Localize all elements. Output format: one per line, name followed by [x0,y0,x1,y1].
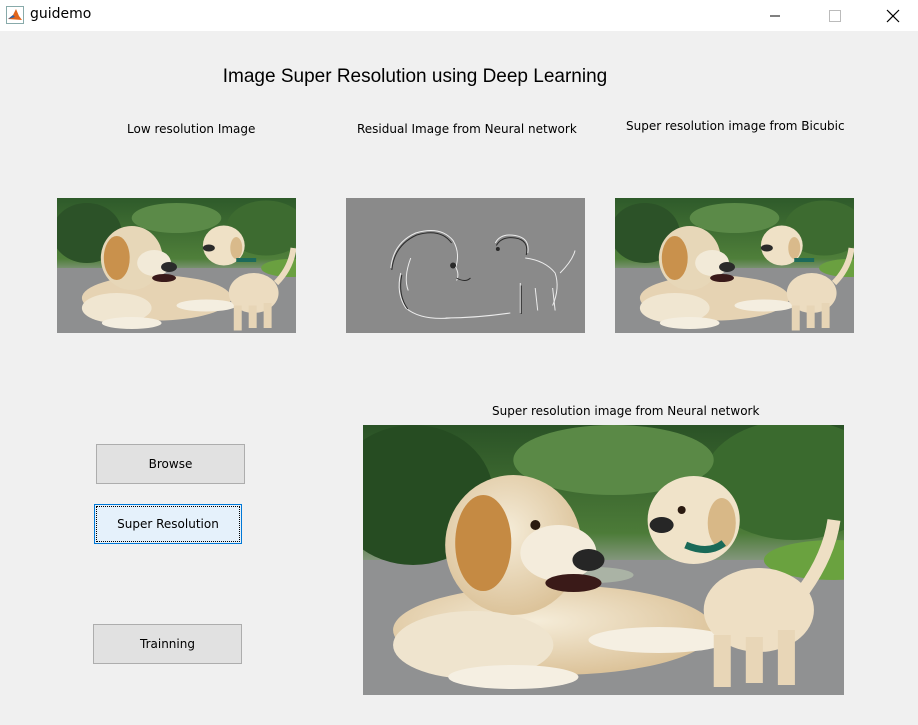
training-button[interactable]: Trainning [93,624,242,664]
title-bar: guidemo [0,0,918,31]
close-button[interactable] [870,0,916,31]
bicubic-label: Super resolution image from Bicubic [626,119,845,133]
minimize-icon [770,15,780,16]
app-window: guidemo Image Super Resolution using Dee… [0,0,918,725]
browse-button[interactable]: Browse [96,444,245,484]
page-title: Image Super Resolution using Deep Learni… [222,66,608,87]
super-resolution-button[interactable]: Super Resolution [94,504,242,544]
residual-label: Residual Image from Neural network [357,122,577,136]
low-res-image [57,198,296,333]
window-title: guidemo [30,6,92,22]
close-icon [886,9,900,22]
low-res-label: Low resolution Image [127,122,256,136]
matlab-logo-icon [6,6,24,24]
bicubic-image [615,198,854,333]
minimize-button[interactable] [752,0,798,31]
neural-label: Super resolution image from Neural netwo… [492,404,760,418]
maximize-button[interactable] [812,0,858,31]
residual-image [346,198,585,333]
neural-network-image [363,425,844,695]
maximize-icon [829,9,841,22]
